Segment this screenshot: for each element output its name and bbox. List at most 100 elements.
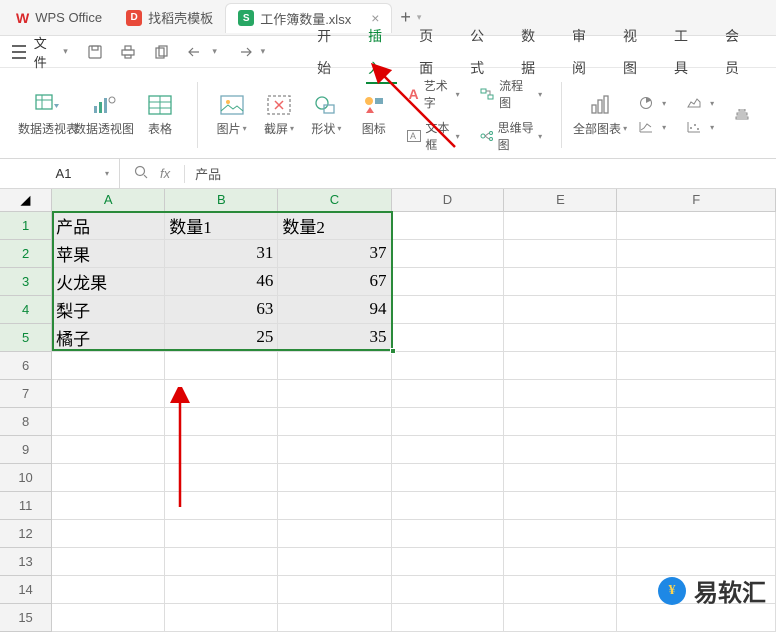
menu-tab-member[interactable]: 会员 (713, 20, 764, 84)
row-header-9[interactable]: 9 (0, 435, 52, 463)
select-all-corner[interactable]: ◢ (0, 189, 52, 211)
save-icon[interactable] (86, 43, 104, 61)
app-title-tab[interactable]: W WPS Office (4, 3, 114, 33)
print-icon[interactable] (119, 43, 137, 61)
cell-B1[interactable]: 数量1 (165, 211, 278, 239)
cell-B4[interactable]: 63 (165, 295, 278, 323)
menu-tab-data[interactable]: 数据 (509, 20, 560, 84)
file-type-icon: S (238, 10, 254, 26)
mindmap-button[interactable]: 思维导图▾ (474, 118, 548, 154)
pivot-table-button[interactable]: 数据透视表 (20, 90, 76, 141)
shapes-icon (312, 94, 340, 116)
cell-B3[interactable]: 46 (165, 267, 278, 295)
cell-C4[interactable]: 94 (278, 295, 391, 323)
cell-C1[interactable]: 数量2 (278, 211, 391, 239)
cell-A2[interactable]: 苹果 (52, 239, 165, 267)
svg-text:A: A (410, 131, 416, 141)
row-header-5[interactable]: 5 (0, 323, 52, 351)
row-header-2[interactable]: 2 (0, 239, 52, 267)
row-header-14[interactable]: 14 (0, 575, 52, 603)
all-charts-button[interactable]: 全部图表▾ (572, 90, 628, 141)
redo-dropdown-icon[interactable]: ▾ (261, 46, 266, 57)
menu-tab-insert[interactable]: 插入 (356, 20, 407, 84)
name-box-dropdown-icon[interactable]: ▾ (105, 169, 109, 178)
row-header-15[interactable]: 15 (0, 603, 52, 631)
textbox-button[interactable]: A文本框▾ (401, 118, 465, 154)
name-box[interactable]: A1 ▾ (0, 159, 120, 188)
wordart-button[interactable]: A艺术字▾ (401, 76, 465, 112)
pie-small-icon (638, 95, 654, 111)
menu-tab-page[interactable]: 页面 (407, 20, 458, 84)
chart-style1-button[interactable]: ▾ (632, 94, 672, 112)
col-header-C[interactable]: C (278, 189, 391, 211)
redo-icon[interactable] (235, 43, 253, 61)
fx-icon[interactable]: fx (160, 166, 170, 181)
chart-style5-button[interactable] (728, 106, 760, 124)
menubar: 文件 ▾ ▾ ▾ 开始 插入 页面 公式 数据 审阅 视图 工具 会员 (0, 36, 776, 68)
row-header-3[interactable]: 3 (0, 267, 52, 295)
menu-tab-formula[interactable]: 公式 (458, 20, 509, 84)
cell-A3[interactable]: 火龙果 (52, 267, 165, 295)
cell-C5[interactable]: 35 (278, 323, 391, 351)
formula-input[interactable]: 产品 (185, 164, 776, 183)
menu-tab-view[interactable]: 视图 (611, 20, 662, 84)
cell-B5[interactable]: 25 (165, 323, 278, 351)
icons-icon (360, 94, 388, 116)
col-header-B[interactable]: B (165, 189, 278, 211)
col-header-E[interactable]: E (504, 189, 617, 211)
mindmap-icon (480, 128, 494, 144)
ribbon: 数据透视表 数据透视图 表格 图片▾ 截屏▾ 形状▾ 图标 A艺术字▾ (0, 68, 776, 159)
cell-A1[interactable]: 产品 (52, 211, 165, 239)
undo-icon[interactable] (187, 43, 205, 61)
cell-C2[interactable]: 37 (278, 239, 391, 267)
table-button[interactable]: 表格 (132, 90, 188, 141)
wordart-icon: A (407, 86, 419, 102)
textbox-icon: A (407, 128, 421, 144)
flowchart-icon (480, 86, 496, 102)
cell-A5[interactable]: 橘子 (52, 323, 165, 351)
row-header-12[interactable]: 12 (0, 519, 52, 547)
cell-A4[interactable]: 梨子 (52, 295, 165, 323)
row-header-1[interactable]: 1 (0, 211, 52, 239)
screenshot-button[interactable]: 截屏▾ (255, 90, 302, 141)
shapes-button[interactable]: 形状▾ (303, 90, 350, 141)
menu-tab-review[interactable]: 审阅 (560, 20, 611, 84)
row-header-10[interactable]: 10 (0, 463, 52, 491)
watermark-gear-icon: ¥ (658, 577, 686, 605)
row-header-13[interactable]: 13 (0, 547, 52, 575)
pivot-chart-icon (90, 94, 118, 116)
chart-style2-button[interactable]: ▾ (632, 118, 672, 136)
spreadsheet: ◢ A B C D E F 1 产品 数量1 数量2 2 苹果 31 37 3 … (0, 189, 776, 632)
copy-icon[interactable] (153, 43, 171, 61)
menu-tab-tools[interactable]: 工具 (662, 20, 713, 84)
template-tab[interactable]: D 找稻壳模板 (114, 3, 225, 33)
row-header-7[interactable]: 7 (0, 379, 52, 407)
selection-handle[interactable] (390, 348, 396, 354)
col-header-A[interactable]: A (52, 189, 165, 211)
row-header-8[interactable]: 8 (0, 407, 52, 435)
formula-bar-row: A1 ▾ fx 产品 (0, 159, 776, 189)
col-header-F[interactable]: F (617, 189, 776, 211)
chart-style3-button[interactable]: ▾ (680, 94, 720, 112)
icons-button[interactable]: 图标 (350, 90, 397, 141)
chart-style4-button[interactable]: ▾ (680, 118, 720, 136)
cell-D1[interactable] (391, 211, 504, 239)
zoom-icon[interactable] (134, 165, 148, 182)
app-name-label: WPS Office (35, 10, 102, 25)
picture-button[interactable]: 图片▾ (208, 90, 255, 141)
pivot-chart-button[interactable]: 数据透视图 (76, 90, 132, 141)
cell-B2[interactable]: 31 (165, 239, 278, 267)
flowchart-button[interactable]: 流程图▾ (474, 76, 548, 112)
hamburger-icon[interactable] (12, 45, 26, 59)
row-header-6[interactable]: 6 (0, 351, 52, 379)
file-menu-dropdown-icon[interactable]: ▾ (63, 46, 68, 57)
menu-tab-start[interactable]: 开始 (305, 20, 356, 84)
row-header-11[interactable]: 11 (0, 491, 52, 519)
grid-table[interactable]: ◢ A B C D E F 1 产品 数量1 数量2 2 苹果 31 37 3 … (0, 189, 776, 632)
cell-C3[interactable]: 67 (278, 267, 391, 295)
undo-dropdown-icon[interactable]: ▾ (212, 46, 217, 57)
row-header-4[interactable]: 4 (0, 295, 52, 323)
col-header-D[interactable]: D (391, 189, 504, 211)
pivot-table-icon (34, 94, 62, 116)
file-menu[interactable]: 文件 (34, 33, 60, 71)
